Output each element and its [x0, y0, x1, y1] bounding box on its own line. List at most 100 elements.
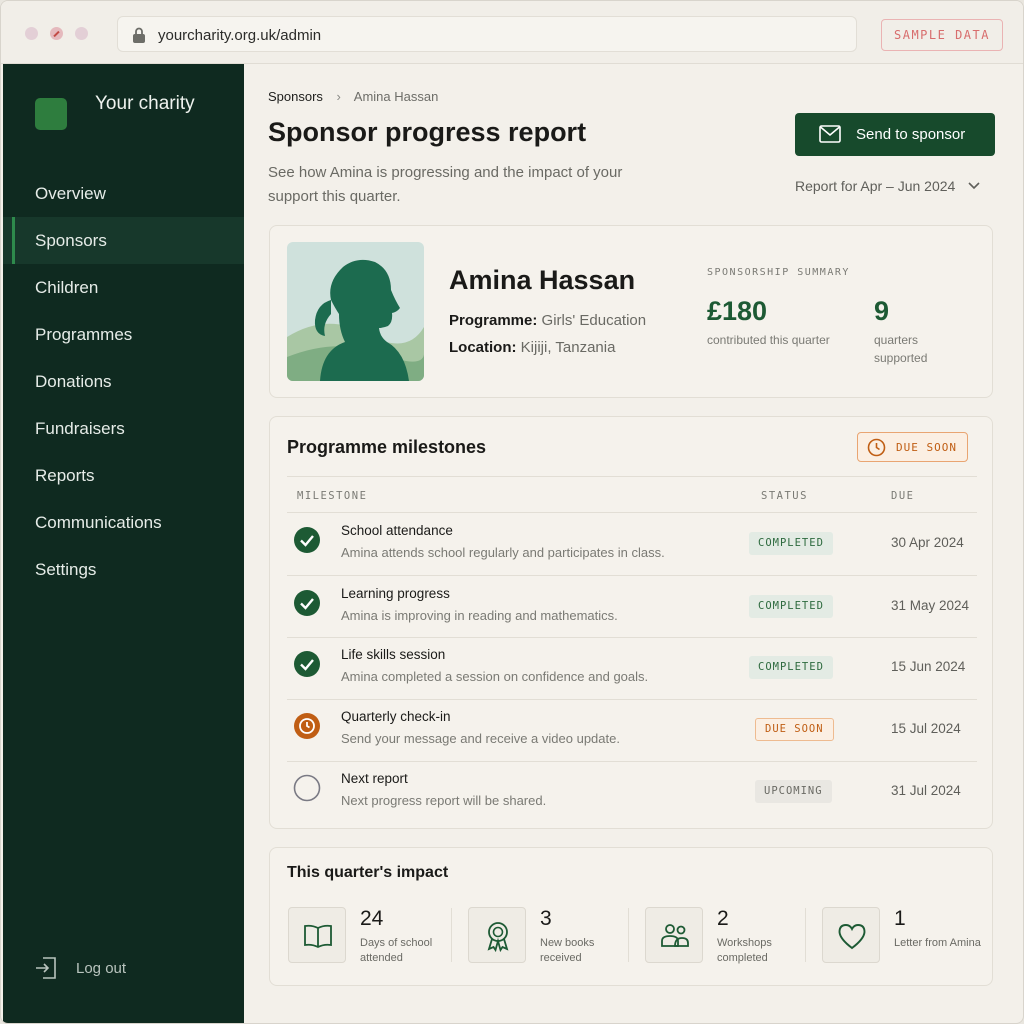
sponsorship-summary-title: SPONSORSHIP SUMMARY — [707, 267, 850, 278]
impact-card: This quarter's impact 24 Days of school … — [269, 847, 993, 986]
programme-label: Programme: — [449, 312, 538, 329]
milestones-title: Programme milestones — [287, 437, 487, 457]
window-dot[interactable] — [25, 27, 38, 40]
column-header-status: STATUS — [761, 490, 808, 502]
milestone-description: Amina is improving in reading and mathem… — [341, 608, 618, 623]
due-soon-chip-label: DUE SOON — [896, 441, 957, 454]
location-value: Kijiji, Tanzania — [520, 339, 616, 356]
clock-icon — [294, 713, 320, 739]
location-line: Location: Kijiji, Tanzania — [449, 339, 615, 356]
impact-icon-box — [468, 907, 526, 963]
column-header-due: DUE — [891, 490, 915, 502]
sidebar-item-communications[interactable]: Communications — [3, 499, 244, 546]
child-name: Amina Hassan — [449, 265, 636, 295]
milestone-description: Amina attends school regularly and parti… — [341, 545, 665, 560]
impact-value: 2 — [717, 907, 729, 930]
status-badge: DUE SOON — [755, 718, 834, 741]
sidebar-item-reports[interactable]: Reports — [3, 452, 244, 499]
browser-toolbar: yourcharity.org.uk/admin SAMPLE DATA — [1, 1, 1023, 64]
milestone-due-date: 15 Jul 2024 — [891, 721, 961, 736]
heart-icon — [838, 924, 866, 950]
sidebar-item-settings[interactable]: Settings — [3, 546, 244, 593]
milestone-row[interactable]: School attendance Amina attends school r… — [270, 513, 994, 575]
check-circle-icon — [294, 590, 320, 616]
report-period-label: Report for Apr – Jun 2024 — [795, 178, 956, 194]
sample-data-badge: SAMPLE DATA — [881, 19, 1003, 51]
status-badge: COMPLETED — [749, 595, 833, 618]
breadcrumb-separator-icon: › — [336, 89, 341, 104]
impact-value: 1 — [894, 907, 906, 930]
impact-label: Letter from Amina — [894, 937, 981, 949]
logout-label: Log out — [76, 960, 127, 977]
divider — [287, 476, 977, 477]
sidebar-item-children[interactable]: Children — [3, 264, 244, 311]
sidebar-item-sponsors[interactable]: Sponsors — [3, 217, 244, 264]
due-soon-filter-chip[interactable]: DUE SOON — [857, 432, 968, 462]
column-header-milestone: MILESTONE — [297, 490, 368, 502]
address-bar[interactable]: yourcharity.org.uk/admin — [117, 16, 857, 52]
url-text: yourcharity.org.uk/admin — [158, 27, 322, 44]
report-period-select[interactable]: Report for Apr – Jun 2024 — [795, 178, 995, 194]
lock-icon — [133, 27, 145, 43]
sidebar-item-donations[interactable]: Donations — [3, 358, 244, 405]
impact-icon-box — [288, 907, 346, 963]
milestone-row[interactable]: Next report Next progress report will be… — [270, 761, 994, 823]
chevron-down-icon — [968, 182, 980, 190]
page-title: Sponsor progress report — [268, 117, 587, 147]
sidebar-nav: Overview Sponsors Children Programmes Do… — [3, 170, 244, 593]
impact-icon-box — [645, 907, 703, 963]
milestone-title: Quarterly check-in — [341, 709, 451, 724]
check-circle-icon — [294, 527, 320, 553]
breadcrumb: Sponsors › Amina Hassan — [268, 89, 438, 104]
milestone-row[interactable]: Life skills session Amina completed a se… — [270, 637, 994, 699]
impact-label: Days of school attended — [360, 937, 433, 964]
status-badge: COMPLETED — [749, 532, 833, 555]
programme-value: Girls' Education — [541, 312, 647, 329]
milestone-description: Amina completed a session on confidence … — [341, 669, 649, 684]
impact-label: Workshops completed — [717, 937, 772, 964]
milestones-card: Programme milestones DUE SOON MILESTONE … — [269, 416, 993, 829]
window-dot[interactable] — [75, 27, 88, 40]
milestone-title: Life skills session — [341, 647, 446, 662]
sidebar-item-fundraisers[interactable]: Fundraisers — [3, 405, 244, 452]
milestone-due-date: 30 Apr 2024 — [891, 535, 964, 550]
award-icon — [487, 922, 509, 952]
quarters-value: 9 — [874, 296, 890, 326]
contribution-label: contributed this quarter — [707, 333, 830, 347]
mail-icon — [819, 125, 841, 143]
milestone-due-date: 31 Jul 2024 — [891, 783, 961, 798]
breadcrumb-parent[interactable]: Sponsors — [268, 89, 323, 104]
window-close-dot[interactable] — [50, 27, 63, 40]
main-content: Sponsors › Amina Hassan Sponsor progress… — [244, 64, 1023, 1023]
divider — [628, 908, 629, 962]
status-badge: UPCOMING — [755, 780, 832, 803]
clock-icon — [867, 438, 886, 457]
impact-label: New books received — [540, 937, 595, 964]
charity-name: Your charity — [95, 93, 195, 114]
impact-value: 3 — [540, 907, 552, 930]
sidebar-item-overview[interactable]: Overview — [3, 170, 244, 217]
milestone-due-date: 15 Jun 2024 — [891, 659, 966, 674]
child-profile-card: Amina Hassan Programme: Girls' Education… — [269, 225, 993, 398]
empty-circle-icon — [293, 774, 321, 802]
impact-icon-box — [822, 907, 880, 963]
send-to-sponsor-button[interactable]: Send to sponsor — [795, 113, 995, 156]
charity-logo — [35, 98, 67, 130]
check-circle-icon — [294, 651, 320, 677]
milestone-row[interactable]: Quarterly check-in Send your message and… — [270, 699, 994, 761]
sidebar-item-programmes[interactable]: Programmes — [3, 311, 244, 358]
logout-icon — [36, 957, 56, 979]
impact-title: This quarter's impact — [287, 864, 449, 881]
child-avatar — [287, 242, 424, 381]
quarters-label: quarters supported — [874, 333, 928, 365]
contribution-value: £180 — [707, 296, 768, 326]
milestone-row[interactable]: Learning progress Amina is improving in … — [270, 576, 994, 638]
breadcrumb-current: Amina Hassan — [353, 89, 439, 104]
status-badge: COMPLETED — [749, 656, 833, 679]
programme-line: Programme: Girls' Education — [449, 312, 646, 329]
book-icon — [304, 924, 332, 949]
location-label: Location: — [449, 339, 517, 356]
milestone-title: Learning progress — [341, 586, 450, 601]
send-button-label: Send to sponsor — [856, 126, 966, 143]
milestone-title: Next report — [341, 771, 408, 786]
